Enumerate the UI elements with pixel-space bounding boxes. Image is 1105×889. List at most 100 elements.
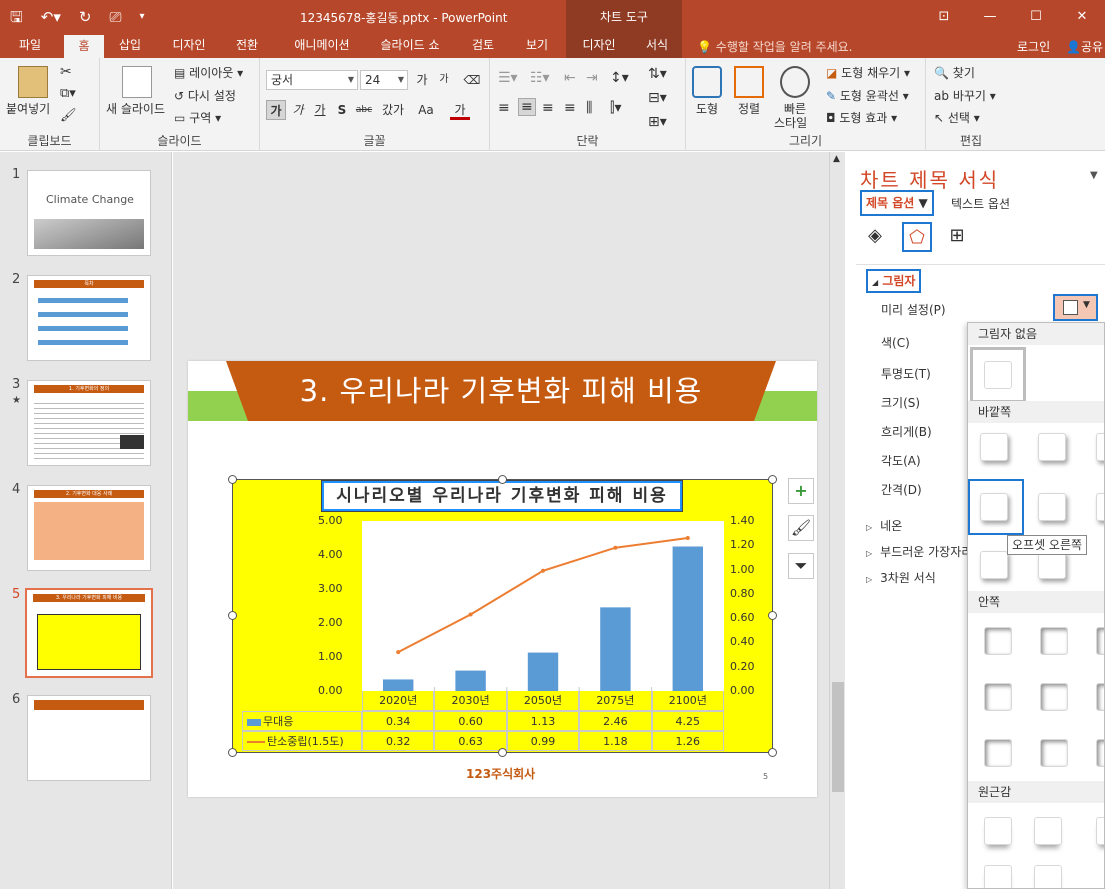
shape-effects-button[interactable]: ◘ 도형 효과 ▾ bbox=[826, 109, 897, 126]
shadow-section-header[interactable]: ◢ 그림자 bbox=[866, 269, 922, 293]
shadow-preset-perspective[interactable] bbox=[1096, 817, 1104, 845]
chart-title[interactable]: 시나리오별 우리나라 기후변화 피해 비용 bbox=[321, 480, 683, 512]
shape-outline-button[interactable]: ✎ 도형 윤곽선 ▾ bbox=[826, 87, 909, 104]
select-button[interactable]: ↖ 선택 ▾ bbox=[934, 109, 980, 126]
slide-thumbnail-1[interactable]: Climate Change bbox=[27, 170, 151, 256]
shadow-preset-outer[interactable] bbox=[980, 433, 1008, 461]
shadow-preset-inner[interactable] bbox=[1096, 739, 1104, 767]
resize-handle[interactable] bbox=[768, 748, 777, 757]
slide-thumbnail-4[interactable]: 2. 기후변화 대응 사례 bbox=[27, 485, 151, 571]
align-center-icon[interactable]: ≡ bbox=[518, 98, 536, 116]
shadow-preset-inner[interactable] bbox=[1040, 739, 1068, 767]
font-color-button[interactable]: 가 bbox=[450, 100, 470, 120]
line-spacing-icon[interactable]: ↕▾ bbox=[610, 70, 629, 86]
quick-styles-icon[interactable] bbox=[780, 66, 810, 98]
resize-handle[interactable] bbox=[228, 611, 237, 620]
decrease-indent-icon[interactable]: ⇤ bbox=[564, 70, 576, 86]
font-size-dropdown-icon[interactable]: ▼ bbox=[398, 71, 404, 89]
tell-me-box[interactable]: 💡 수행할 작업을 알려 주세요. bbox=[697, 38, 852, 55]
slide-thumbnail-6[interactable] bbox=[27, 695, 151, 781]
layout-button[interactable]: ▤ 레이아웃 ▾ bbox=[174, 64, 243, 81]
line-탄소중립(1.5도)[interactable] bbox=[397, 537, 688, 654]
change-case-button[interactable]: Aa bbox=[412, 100, 440, 120]
resize-handle[interactable] bbox=[498, 475, 507, 484]
bar-무대응-2020년[interactable] bbox=[382, 679, 414, 691]
shadow-preset-perspective[interactable] bbox=[984, 817, 1012, 845]
slide-title[interactable]: 3. 우리나라 기후변화 피해 비용 bbox=[226, 371, 776, 411]
arrange-icon[interactable] bbox=[734, 66, 764, 98]
slide-thumbnail-3[interactable]: 1. 기후변화의 정의 bbox=[27, 380, 151, 466]
soft-edges-section-header[interactable]: ▷ 부드러운 가장자리 bbox=[866, 543, 972, 560]
tab-file[interactable]: 파일 bbox=[10, 34, 50, 58]
shadow-preset-inner[interactable] bbox=[984, 627, 1012, 655]
plot-area[interactable] bbox=[362, 521, 724, 691]
bar-무대응-2075년[interactable] bbox=[600, 607, 631, 691]
redo-icon[interactable]: ↻ bbox=[79, 6, 92, 28]
shadow-preset-inner[interactable] bbox=[1040, 627, 1068, 655]
bar-무대응-2100년[interactable] bbox=[672, 546, 704, 692]
point-탄소중립(1.5도)-2075년[interactable] bbox=[613, 545, 618, 550]
char-spacing-button[interactable]: 갔가 bbox=[378, 100, 408, 120]
shadow-preset-offset-right[interactable] bbox=[980, 493, 1008, 521]
shadow-preset-outer[interactable] bbox=[1096, 493, 1104, 521]
bar-무대응-2030년[interactable] bbox=[455, 670, 486, 691]
columns-icon[interactable]: ⫿▾ bbox=[610, 100, 622, 116]
resize-handle[interactable] bbox=[768, 475, 777, 484]
cut-icon[interactable]: ✂ bbox=[60, 64, 72, 80]
slide-thumbnail-2[interactable]: 목차 bbox=[27, 275, 151, 361]
arrange-button[interactable]: 정렬 bbox=[738, 100, 760, 117]
find-button[interactable]: 🔍 찾기 bbox=[934, 64, 975, 81]
shrink-font-button[interactable]: 가 bbox=[434, 70, 454, 90]
tab-chart-design[interactable]: 디자인 bbox=[574, 34, 624, 58]
paste-icon[interactable] bbox=[18, 66, 48, 98]
tab-view[interactable]: 보기 bbox=[516, 34, 558, 58]
bold-button[interactable]: 가 bbox=[266, 100, 286, 120]
shadow-preset-none[interactable] bbox=[984, 361, 1012, 389]
tab-animations[interactable]: 애니메이션 bbox=[283, 34, 361, 58]
paste-button[interactable]: 붙여넣기 bbox=[6, 100, 50, 117]
shadow-preset-inner[interactable] bbox=[984, 739, 1012, 767]
text-direction-icon[interactable]: ⇅▾ bbox=[648, 66, 667, 82]
point-탄소중립(1.5도)-2100년[interactable] bbox=[685, 536, 690, 540]
underline-button[interactable]: 가 bbox=[310, 100, 330, 120]
tab-review[interactable]: 검토 bbox=[462, 34, 504, 58]
align-text-icon[interactable]: ⊟▾ bbox=[648, 90, 667, 106]
vertical-scrollbar[interactable]: ▲ bbox=[829, 152, 845, 889]
format-painter-icon[interactable]: 🖌 bbox=[60, 108, 77, 123]
tab-insert[interactable]: 삽입 bbox=[110, 34, 150, 58]
effects-pentagon-icon[interactable]: ⬠ bbox=[902, 222, 932, 252]
shadow-preset-outer[interactable] bbox=[1038, 433, 1066, 461]
slideshow-start-icon[interactable]: ⎚ bbox=[109, 6, 121, 28]
shapes-icon[interactable] bbox=[692, 66, 722, 98]
shadow-preset-outer[interactable] bbox=[980, 551, 1008, 579]
strikethrough-button[interactable]: abc bbox=[354, 100, 374, 120]
resize-handle[interactable] bbox=[768, 611, 777, 620]
copy-icon[interactable]: ⧉▾ bbox=[60, 86, 76, 101]
align-right-icon[interactable]: ≡ bbox=[542, 100, 554, 116]
pane-options-icon[interactable]: ▼ bbox=[1090, 170, 1098, 181]
italic-button[interactable]: 가 bbox=[288, 100, 308, 120]
align-left-icon[interactable]: ≡ bbox=[498, 100, 510, 116]
shapes-button[interactable]: 도형 bbox=[696, 100, 718, 117]
resize-handle[interactable] bbox=[228, 748, 237, 757]
shadow-presets-button[interactable]: ▼ bbox=[1053, 294, 1098, 321]
shadow-preset-inner[interactable] bbox=[1040, 683, 1068, 711]
bar-무대응-2050년[interactable] bbox=[527, 652, 559, 691]
undo-icon[interactable]: ↶▾ bbox=[41, 6, 61, 28]
chart-elements-button[interactable]: + bbox=[788, 478, 814, 504]
fill-line-icon[interactable]: ◈ bbox=[860, 222, 890, 252]
scrollbar-thumb[interactable] bbox=[832, 682, 844, 792]
text-options-tab[interactable]: 텍스트 옵션 bbox=[951, 195, 1010, 212]
distribute-icon[interactable]: ⫼ bbox=[586, 100, 592, 116]
shadow-preset-outer[interactable] bbox=[1038, 493, 1066, 521]
maximize-icon[interactable]: ☐ bbox=[1013, 0, 1059, 34]
slide-thumbnail-5[interactable]: 3. 우리나라 기후변화 피해 비용 bbox=[25, 588, 153, 678]
chart-styles-button[interactable]: 🖌 bbox=[788, 515, 814, 541]
bullets-icon[interactable]: ☰▾ bbox=[498, 70, 518, 86]
shape-fill-button[interactable]: ◪ 도형 채우기 ▾ bbox=[826, 64, 910, 81]
justify-icon[interactable]: ≡ bbox=[564, 100, 576, 116]
point-탄소중립(1.5도)-2030년[interactable] bbox=[468, 612, 473, 617]
tab-transitions[interactable]: 전환 bbox=[227, 34, 267, 58]
increase-indent-icon[interactable]: ⇥ bbox=[586, 70, 598, 86]
scroll-up-icon[interactable]: ▲ bbox=[833, 154, 840, 164]
